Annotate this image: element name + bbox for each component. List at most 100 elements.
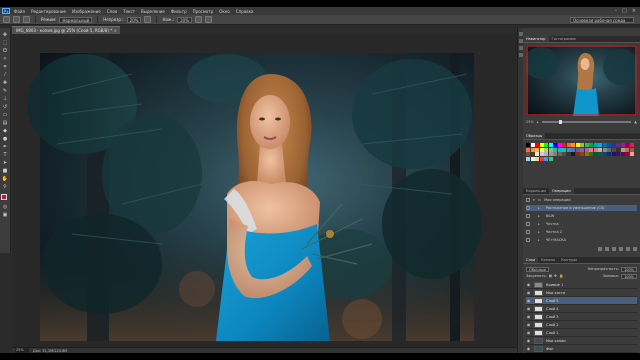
swatch[interactable]: [598, 152, 602, 156]
swatch[interactable]: [566, 143, 571, 147]
pen-tool-icon[interactable]: ✒: [1, 144, 9, 151]
swatch[interactable]: [598, 143, 602, 147]
swatch[interactable]: [593, 152, 598, 156]
swatch[interactable]: [584, 143, 589, 147]
swatch[interactable]: [530, 152, 535, 156]
swatch[interactable]: [539, 156, 544, 161]
swatch[interactable]: [602, 152, 607, 156]
swatch[interactable]: [535, 156, 539, 161]
swatch[interactable]: [575, 152, 580, 156]
swatch[interactable]: [616, 143, 620, 147]
swatch[interactable]: [629, 143, 634, 147]
visibility-eye-icon[interactable]: ◉: [526, 306, 531, 311]
path-selection-tool-icon[interactable]: ➤: [1, 160, 9, 167]
swatch[interactable]: [535, 147, 539, 152]
canvas-area[interactable]: [12, 34, 517, 347]
swatch[interactable]: [580, 143, 584, 147]
swatch[interactable]: [544, 147, 548, 152]
swatch[interactable]: [544, 152, 548, 156]
zoom-level-field[interactable]: 25%: [15, 348, 29, 353]
brush-tool-icon[interactable]: ✎: [1, 88, 9, 95]
layer-row[interactable]: ◉ Кривые 1: [526, 281, 637, 289]
visibility-eye-icon[interactable]: ◉: [526, 322, 531, 327]
tab-histogram[interactable]: Гистограмма: [549, 36, 579, 42]
toggle-checkbox[interactable]: [526, 238, 530, 242]
toggle-checkbox[interactable]: [526, 222, 530, 226]
action-item[interactable]: ▸ Растяжение и уменьшение (CS): [526, 205, 637, 211]
menu-file[interactable]: Файл: [14, 9, 25, 14]
delete-action-icon[interactable]: [633, 247, 637, 251]
swatch[interactable]: [598, 147, 602, 152]
mode-dropdown[interactable]: Нормальный: [59, 16, 93, 23]
visibility-eye-icon[interactable]: ◉: [526, 314, 531, 319]
swatch[interactable]: [539, 143, 544, 147]
brush-panel-icon[interactable]: [23, 16, 30, 23]
swatch[interactable]: [553, 152, 557, 156]
crop-tool-icon[interactable]: ⌗: [1, 64, 9, 71]
swatch[interactable]: [530, 147, 535, 152]
swatch[interactable]: [557, 143, 562, 147]
action-item[interactable]: ▸ B&W: [526, 213, 637, 219]
zoom-slider-knob[interactable]: [559, 119, 563, 125]
menu-edit[interactable]: Редактирование: [31, 9, 66, 14]
swatch[interactable]: [593, 143, 598, 147]
blur-tool-icon[interactable]: ◆: [1, 128, 9, 135]
swatch[interactable]: [584, 152, 589, 156]
swatch[interactable]: [616, 152, 620, 156]
menu-image[interactable]: Изображение: [72, 9, 101, 14]
expand-icon[interactable]: ▸: [538, 238, 540, 242]
visibility-eye-icon[interactable]: ◉: [526, 338, 531, 343]
swatch[interactable]: [629, 152, 634, 156]
toggle-checkbox[interactable]: [526, 214, 530, 218]
expand-icon[interactable]: ▸: [538, 206, 540, 210]
eyedropper-tool-icon[interactable]: ⁄: [1, 72, 9, 79]
pressure-opacity-icon[interactable]: [144, 16, 152, 23]
tab-actions[interactable]: Операции: [549, 188, 574, 194]
swatch[interactable]: [557, 152, 562, 156]
foreground-color[interactable]: [0, 194, 7, 200]
swatch[interactable]: [611, 152, 616, 156]
swatch[interactable]: [571, 143, 575, 147]
tab-navigator[interactable]: Навигатор: [523, 36, 549, 42]
blend-mode-dropdown[interactable]: Обычные: [526, 266, 549, 272]
swatch[interactable]: [539, 147, 544, 152]
healing-brush-tool-icon[interactable]: ✚: [1, 80, 9, 87]
menu-view[interactable]: Просмотр: [193, 9, 214, 14]
flow-field[interactable]: 20%: [177, 16, 193, 23]
history-brush-tool-icon[interactable]: ↺: [1, 104, 9, 111]
character-panel-icon[interactable]: [518, 53, 523, 57]
tab-paths[interactable]: Контуры: [558, 257, 580, 263]
swatch[interactable]: [553, 147, 557, 152]
lock-pixels-icon[interactable]: ▦: [549, 274, 552, 278]
swatch[interactable]: [530, 143, 535, 147]
swatch[interactable]: [526, 156, 530, 161]
brush-panel-icon[interactable]: [518, 46, 523, 50]
tab-adjustments[interactable]: Коррекция: [523, 188, 549, 194]
document-canvas[interactable]: [12, 34, 517, 347]
play-icon[interactable]: [612, 247, 616, 251]
swatch[interactable]: [625, 147, 629, 152]
history-panel-icon[interactable]: [518, 32, 523, 36]
visibility-eye-icon[interactable]: ◉: [526, 330, 531, 335]
close-document-icon[interactable]: ×: [114, 27, 117, 34]
swatch[interactable]: [526, 152, 530, 156]
swatch[interactable]: [575, 143, 580, 147]
menu-window[interactable]: Окно: [219, 9, 230, 14]
swatch[interactable]: [607, 147, 611, 152]
swatch[interactable]: [562, 152, 566, 156]
swatch[interactable]: [593, 147, 598, 152]
toggle-checkbox[interactable]: [526, 198, 530, 202]
swatch[interactable]: [580, 152, 584, 156]
maximize-button[interactable]: □: [622, 8, 627, 14]
swatch[interactable]: [526, 147, 530, 152]
swatch[interactable]: [580, 147, 584, 152]
swatch[interactable]: [566, 147, 571, 152]
swatch[interactable]: [607, 152, 611, 156]
new-set-icon[interactable]: [619, 247, 623, 251]
tab-swatches[interactable]: Образцы: [523, 133, 546, 139]
tab-channels[interactable]: Каналы: [538, 257, 558, 263]
lock-move-icon[interactable]: ✥: [554, 274, 557, 278]
action-item[interactable]: ▸ Чистка 2: [526, 229, 637, 235]
swatch[interactable]: [589, 152, 593, 156]
quick-mask-icon[interactable]: ◎: [1, 204, 9, 211]
